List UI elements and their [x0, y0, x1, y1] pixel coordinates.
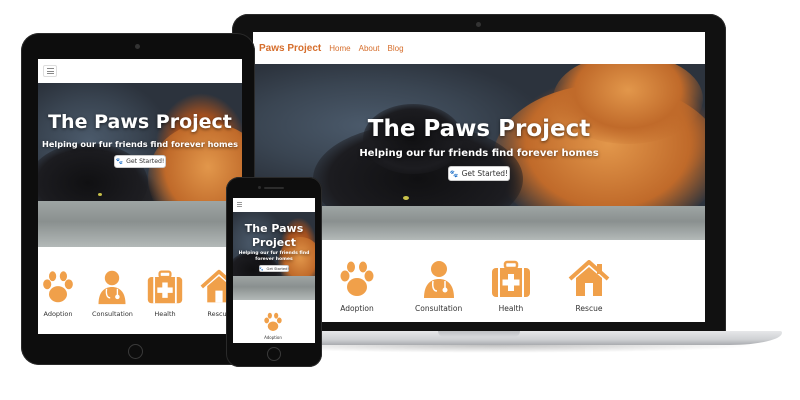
doctor-icon: [98, 270, 126, 305]
medical-kit-icon: [492, 260, 530, 297]
service-health[interactable]: Health: [490, 260, 532, 313]
service-label: Rescue: [575, 304, 603, 313]
hamburger-menu-icon[interactable]: [43, 65, 57, 77]
tablet-home-button: [128, 344, 143, 359]
service-label: Adoption: [43, 310, 73, 318]
nav-blog-link[interactable]: Blog: [388, 44, 404, 53]
phone-camera: [258, 186, 261, 189]
paw-icon: 🐾: [259, 266, 264, 271]
service-label: Consultation: [415, 304, 463, 313]
service-label: Adoption: [264, 335, 282, 340]
service-adoption[interactable]: Adoption: [337, 260, 377, 313]
service-consultation[interactable]: Consultation: [415, 260, 462, 313]
cta-label: Get Started!: [266, 266, 289, 271]
laptop-navbar: Paws Project Home About Blog: [253, 32, 705, 64]
laptop-camera: [476, 22, 481, 27]
tablet-get-started-button[interactable]: 🐾 Get Started!: [114, 155, 166, 168]
phone-hero-subtitle-line1: Helping our fur friends find: [238, 251, 310, 256]
tablet-hero-title: The Paws Project: [48, 111, 232, 133]
tablet-hero-subtitle: Helping our fur friends find forever hom…: [42, 139, 238, 149]
cta-label: Get Started!: [461, 169, 509, 178]
tablet-camera: [135, 44, 140, 49]
service-adoption[interactable]: Adoption: [40, 269, 76, 318]
laptop-notch: [438, 331, 520, 337]
doctor-icon: [423, 261, 454, 298]
phone-screen: The Paws Project Helping our fur friends…: [233, 198, 315, 343]
phone-hero-title-line2: Project: [251, 236, 297, 249]
paw-icon: [340, 261, 374, 296]
tablet-navbar: [38, 59, 242, 83]
laptop-hero-subtitle: Helping our fur friends find forever hom…: [359, 148, 599, 159]
service-rescue[interactable]: Rescue: [568, 260, 610, 313]
cta-label: Get Started!: [126, 158, 165, 165]
phone-hero-subtitle-line2: forever homes: [255, 257, 293, 262]
paw-icon: [264, 312, 282, 331]
tablet-screen: The Paws Project Helping our fur friends…: [38, 59, 242, 334]
service-label: Adoption: [340, 304, 374, 313]
phone-speaker: [264, 187, 284, 189]
nav-about-link[interactable]: About: [359, 44, 380, 53]
paw-icon: [43, 271, 73, 303]
phone-get-started-button[interactable]: 🐾 Get Started!: [259, 265, 289, 272]
phone-home-button: [267, 347, 281, 361]
medical-kit-icon: [147, 270, 183, 304]
hamburger-menu-icon[interactable]: [237, 202, 242, 207]
service-label: Consultation: [92, 310, 133, 318]
paw-icon: 🐾: [449, 169, 459, 178]
phone-navbar: [233, 198, 315, 212]
nav-home-link[interactable]: Home: [329, 44, 350, 53]
laptop-hero-title: The Paws Project: [367, 116, 591, 142]
brand-link[interactable]: Paws Project: [259, 43, 321, 54]
service-consultation[interactable]: Consultation: [92, 269, 133, 318]
service-adoption[interactable]: Adoption: [262, 312, 284, 340]
paw-icon: 🐾: [115, 158, 124, 165]
service-health[interactable]: Health: [146, 269, 184, 318]
service-label: Health: [498, 304, 524, 313]
house-icon: [568, 260, 610, 296]
phone-hero-title-line1: The Paws: [244, 222, 304, 235]
laptop-get-started-button[interactable]: 🐾 Get Started!: [448, 166, 510, 181]
service-label: Health: [154, 310, 176, 318]
